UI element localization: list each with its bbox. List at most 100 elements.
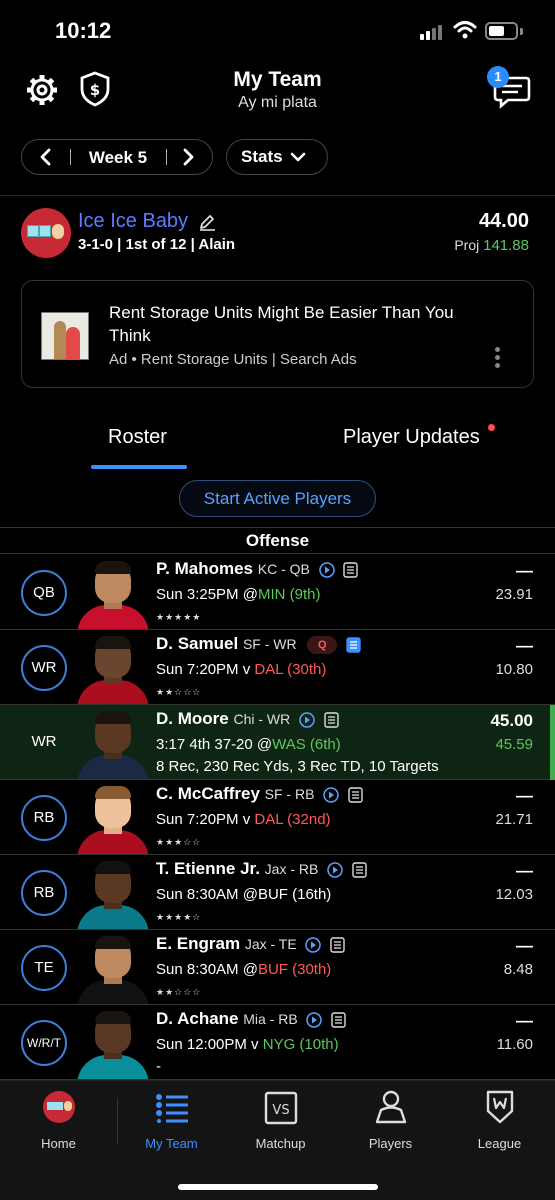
player-projection: 12.03 [495,886,533,903]
position-button[interactable]: TE [21,945,67,991]
team-record: 3-1-0 | 1st of 12 | Alain [78,236,236,253]
nav-home[interactable]: Home [3,1081,114,1161]
nav-matchup[interactable]: VS Matchup [225,1081,336,1161]
position-button[interactable]: RB [21,870,67,916]
ad-image [41,312,89,360]
player-info: E. Engram Jax - TE [156,934,345,954]
play-video-icon[interactable] [306,1011,323,1028]
player-info: T. Etienne Jr. Jax - RB [156,859,367,879]
nav-league-label: League [477,1136,522,1151]
player-info: D. Achane Mia - RB [156,1009,346,1029]
notes-icon[interactable] [330,936,345,953]
position-button[interactable]: RB [21,795,67,841]
opponent-rank: NYG (10th) [262,1036,339,1053]
position-button[interactable]: WR [21,645,67,691]
player-team-position: SF - WR [242,636,297,652]
next-week-button[interactable] [166,140,212,174]
game-info: Sun 8:30AM @BUF (30th) [156,961,331,978]
tab-player-updates[interactable]: Player Updates [343,426,480,449]
player-row[interactable]: RB C. McCaffrey SF - RB Sun 7:20PM v DAL… [0,780,555,855]
start-active-players-button[interactable]: Start Active Players [179,480,376,517]
cellular-signal-icon [420,24,444,40]
nav-players[interactable]: Players [335,1081,446,1161]
player-row[interactable]: TE E. Engram Jax - TE Sun 8:30AM @BUF (3… [0,930,555,1005]
player-headshot [71,930,155,1004]
play-video-icon[interactable] [299,711,315,728]
player-team-position: KC - QB [257,561,310,577]
player-row-live[interactable]: WR D. Moore Chi - WR 3:17 4th 37-20 @WAS… [0,705,555,780]
opponent-rank: DAL (30th) [254,661,327,678]
notes-icon[interactable] [343,561,359,578]
game-info: Sun 7:20PM v DAL (32nd) [156,811,331,828]
notes-icon[interactable] [352,861,367,878]
player-row[interactable]: QB P. Mahomes KC - QB Sun 3:25PM @MIN (9… [0,555,555,630]
player-projection: 8.48 [503,961,533,978]
edit-icon[interactable] [197,212,217,232]
player-team-position: Mia - RB [243,1011,298,1027]
battery-cap [520,28,523,35]
notes-icon[interactable] [331,1011,346,1028]
player-row[interactable]: RB T. Etienne Jr. Jax - RB Sun 8:30AM @B… [0,855,555,930]
opponent-rank: MIN (9th) [257,586,321,603]
nav-my-team[interactable]: My Team [116,1081,227,1161]
notes-icon[interactable] [348,786,363,803]
week-label: Week 5 [88,148,148,167]
opponent-rank: WAS (6th) [272,736,341,753]
team-name[interactable]: Ice Ice Baby [78,210,188,233]
player-name[interactable]: T. Etienne Jr. [156,859,260,878]
divider [0,195,555,196]
status-time: 10:12 [55,18,112,43]
matchup-stars: ★★☆☆☆ [156,987,202,997]
player-headshot [71,780,155,854]
week-selector: Week 5 [21,139,213,175]
team-avatar [21,208,71,258]
chevron-down-icon [290,152,306,162]
position-button[interactable]: W/R/T [21,1020,67,1066]
position-button[interactable]: QB [21,570,67,616]
player-name[interactable]: E. Engram [156,934,240,953]
play-video-icon[interactable] [305,936,322,953]
player-info: D. Samuel SF - WR Q [156,634,361,654]
notes-icon[interactable] [346,636,361,653]
league-name: Ay mi plata [238,94,317,111]
player-row[interactable]: WR D. Samuel SF - WR Q Sun 7:20PM v DAL … [0,630,555,705]
matchup-stars: ★★★☆☆ [156,837,202,847]
player-row[interactable]: W/R/T D. Achane Mia - RB Sun 12:00PM v N… [0,1005,555,1080]
game-info: 3:17 4th 37-20 @WAS (6th) [156,736,341,753]
player-projection: 11.60 [496,1036,533,1053]
player-score: — [516,936,533,955]
game-time: Sun 12:00PM v [156,1036,263,1053]
home-indicator[interactable] [178,1184,378,1190]
person-icon [375,1090,407,1124]
ad-card[interactable]: Rent Storage Units Might Be Easier Than … [21,280,534,388]
player-name[interactable]: D. Samuel [156,634,238,653]
stats-dropdown[interactable]: Stats [226,139,328,175]
play-video-icon[interactable] [323,786,339,803]
player-name[interactable]: D. Achane [156,1009,239,1028]
nav-league[interactable]: League [444,1081,555,1161]
opponent-rank: BUF (30th) [257,961,332,978]
more-options-icon[interactable] [495,347,501,369]
notes-icon[interactable] [324,711,339,728]
play-video-icon[interactable] [318,561,335,578]
game-time: Sun 3:25PM @ [156,586,258,603]
player-headshot [71,1005,155,1079]
player-projection: 45.59 [495,736,533,753]
player-headshot [71,855,155,929]
player-name[interactable]: P. Mahomes [156,559,253,578]
battery-level [489,26,504,36]
player-projection: 21.71 [495,811,533,828]
tab-roster[interactable]: Roster [108,426,167,449]
bottom-nav: Home My Team VS Matchup Players League [0,1080,555,1200]
play-video-icon[interactable] [327,861,343,878]
player-name[interactable]: D. Moore [156,709,229,728]
game-time: Sun 7:20PM v [156,811,255,828]
game-info: Sun 8:30AM @BUF (16th) [156,886,331,903]
ad-title: Rent Storage Units Might Be Easier Than … [109,303,454,345]
proj-label: Proj [454,237,480,253]
matchup-stars: ★★☆☆☆ [156,687,202,697]
prev-week-button[interactable] [22,140,68,174]
player-name[interactable]: C. McCaffrey [156,784,260,803]
nav-matchup-label: Matchup [255,1136,306,1151]
player-stat-line: 8 Rec, 230 Rec Yds, 3 Rec TD, 10 Targets [156,758,439,775]
